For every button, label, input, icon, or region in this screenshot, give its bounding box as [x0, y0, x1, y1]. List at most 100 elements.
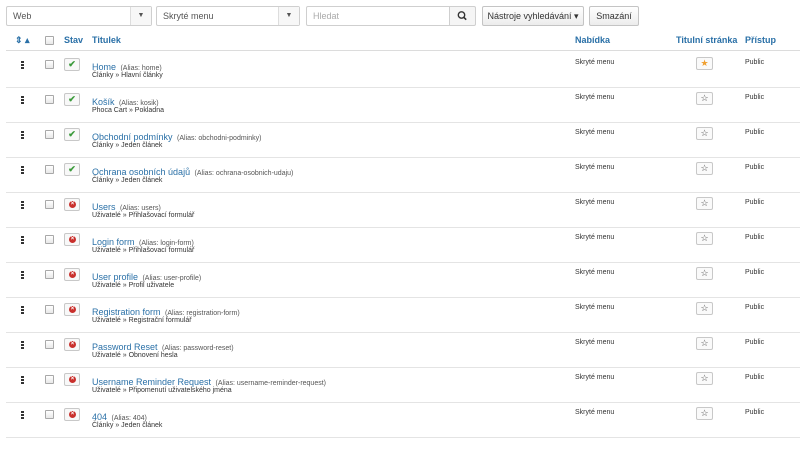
site-filter-value: Web	[13, 11, 32, 21]
menu-cell: Skryté menu	[575, 94, 615, 101]
row-checkbox[interactable]	[45, 130, 54, 139]
item-title-link[interactable]: Košík	[92, 97, 115, 107]
item-title-link[interactable]: Users	[92, 202, 116, 212]
table-row: × 404 (Alias: 404) Články » Jeden článek…	[6, 402, 800, 438]
check-icon: ✔	[68, 94, 76, 104]
item-alias: (Alias: users)	[119, 205, 161, 212]
status-toggle[interactable]: ✔	[64, 58, 80, 71]
star-icon[interactable]: ☆	[696, 302, 713, 315]
menu-cell: Skryté menu	[575, 304, 615, 311]
item-title-link[interactable]: Login form	[92, 237, 135, 247]
status-toggle[interactable]: ✔	[64, 93, 80, 106]
table-row: × Password Reset (Alias: password-reset)…	[6, 332, 800, 368]
search-tools-button[interactable]: Nástroje vyhledávání ▾	[482, 6, 584, 26]
select-all-checkbox[interactable]	[45, 36, 54, 45]
item-type: Články » Jeden článek	[92, 422, 163, 429]
row-checkbox[interactable]	[45, 305, 54, 314]
star-icon[interactable]: ☆	[696, 407, 713, 420]
star-icon[interactable]: ☆	[696, 197, 713, 210]
check-icon: ✔	[68, 59, 76, 69]
item-title-link[interactable]: Home	[92, 62, 116, 72]
ordering-sort-header[interactable]: ⇕ ▴	[15, 35, 30, 46]
menu-column-header[interactable]: Nabídka	[575, 35, 610, 45]
drag-handle-icon[interactable]	[21, 131, 24, 140]
table-row: ✔ Home (Alias: home) Články » Hlavní člá…	[6, 52, 800, 88]
menu-cell: Skryté menu	[575, 164, 615, 171]
access-column-header[interactable]: Přístup	[745, 35, 776, 45]
status-column-header[interactable]: Stav	[64, 35, 83, 45]
item-title-link[interactable]: Username Reminder Request	[92, 377, 211, 387]
unpublished-icon: ×	[69, 341, 76, 348]
menu-filter-select[interactable]: Skryté menu ▼	[156, 6, 300, 26]
star-icon[interactable]: ☆	[696, 372, 713, 385]
star-icon[interactable]: ★	[696, 57, 713, 70]
row-checkbox[interactable]	[45, 200, 54, 209]
item-title-link[interactable]: Obchodní podmínky	[92, 132, 173, 142]
status-toggle[interactable]: ×	[64, 338, 80, 351]
item-title-link[interactable]: Registration form	[92, 307, 161, 317]
drag-handle-icon[interactable]	[21, 61, 24, 70]
search-placeholder: Hledat	[313, 11, 340, 21]
access-cell: Public	[745, 199, 765, 206]
unpublished-icon: ×	[69, 201, 76, 208]
status-toggle[interactable]: ×	[64, 373, 80, 386]
table-row: ✔ Obchodní podmínky (Alias: obchodni-pod…	[6, 122, 800, 158]
item-type: Uživatelé » Profil uživatele	[92, 282, 175, 289]
access-cell: Public	[745, 339, 765, 346]
star-icon[interactable]: ☆	[696, 127, 713, 140]
item-title-link[interactable]: Password Reset	[92, 342, 158, 352]
status-toggle[interactable]: ✔	[64, 128, 80, 141]
check-icon: ✔	[68, 129, 76, 139]
status-toggle[interactable]: ×	[64, 233, 80, 246]
row-checkbox[interactable]	[45, 60, 54, 69]
item-title-link[interactable]: User profile	[92, 272, 138, 282]
search-input[interactable]: Hledat	[306, 6, 450, 26]
item-title-link[interactable]: 404	[92, 412, 107, 422]
drag-handle-icon[interactable]	[21, 96, 24, 105]
row-checkbox[interactable]	[45, 95, 54, 104]
table-row: × Username Reminder Request (Alias: user…	[6, 367, 800, 403]
drag-handle-icon[interactable]	[21, 166, 24, 175]
star-icon[interactable]: ☆	[696, 232, 713, 245]
star-icon[interactable]: ☆	[696, 337, 713, 350]
star-icon[interactable]: ☆	[696, 162, 713, 175]
item-alias: (Alias: 404)	[111, 415, 147, 422]
status-toggle[interactable]: ×	[64, 268, 80, 281]
clear-button[interactable]: Smazání	[589, 6, 639, 26]
row-checkbox[interactable]	[45, 340, 54, 349]
row-checkbox[interactable]	[45, 270, 54, 279]
unpublished-icon: ×	[69, 306, 76, 313]
row-checkbox[interactable]	[45, 165, 54, 174]
star-icon[interactable]: ☆	[696, 267, 713, 280]
home-column-header[interactable]: Titulní stránka	[676, 35, 737, 45]
drag-handle-icon[interactable]	[21, 271, 24, 280]
item-alias: (Alias: user-profile)	[142, 275, 202, 282]
item-type: Články » Hlavní články	[92, 72, 163, 79]
access-cell: Public	[745, 129, 765, 136]
title-column-header[interactable]: Titulek	[92, 35, 121, 45]
row-checkbox[interactable]	[45, 375, 54, 384]
drag-handle-icon[interactable]	[21, 341, 24, 350]
search-icon	[457, 11, 467, 21]
status-toggle[interactable]: ×	[64, 303, 80, 316]
status-toggle[interactable]: ✔	[64, 163, 80, 176]
row-checkbox[interactable]	[45, 235, 54, 244]
unpublished-icon: ×	[69, 411, 76, 418]
item-alias: (Alias: username-reminder-request)	[215, 380, 326, 387]
drag-handle-icon[interactable]	[21, 376, 24, 385]
site-filter-select[interactable]: Web ▼	[6, 6, 152, 26]
search-button[interactable]	[449, 6, 476, 26]
row-checkbox[interactable]	[45, 410, 54, 419]
status-toggle[interactable]: ×	[64, 198, 80, 211]
access-cell: Public	[745, 304, 765, 311]
drag-handle-icon[interactable]	[21, 411, 24, 420]
item-alias: (Alias: ochrana-osobnich-udaju)	[194, 170, 294, 177]
drag-handle-icon[interactable]	[21, 236, 24, 245]
menu-cell: Skryté menu	[575, 339, 615, 346]
star-icon[interactable]: ☆	[696, 92, 713, 105]
status-toggle[interactable]: ×	[64, 408, 80, 421]
menu-cell: Skryté menu	[575, 129, 615, 136]
item-title-link[interactable]: Ochrana osobních údajů	[92, 167, 190, 177]
drag-handle-icon[interactable]	[21, 306, 24, 315]
drag-handle-icon[interactable]	[21, 201, 24, 210]
